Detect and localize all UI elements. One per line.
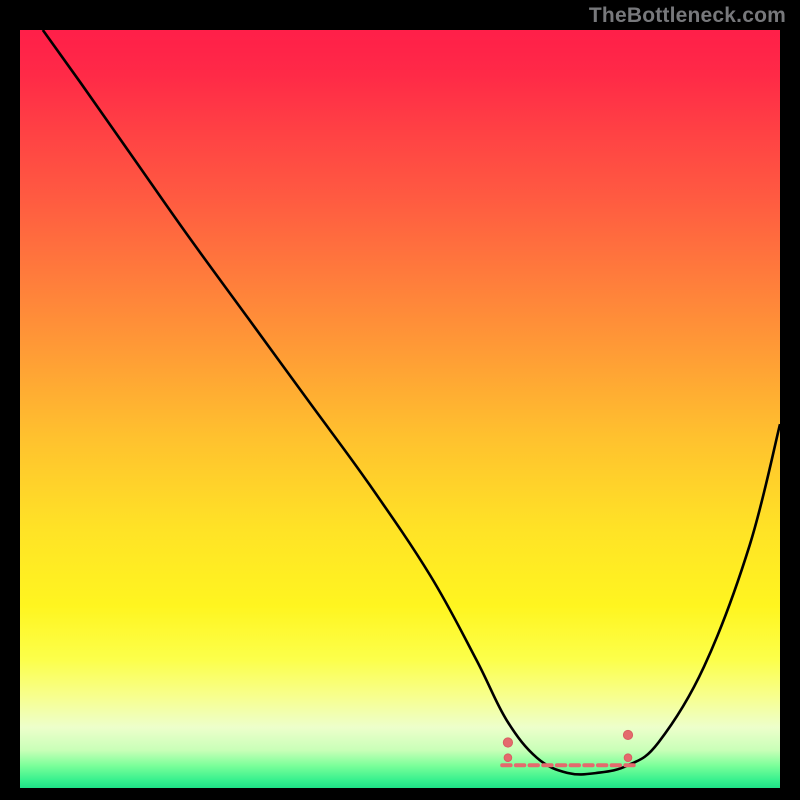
bottleneck-curve-layer [20,30,780,788]
watermark-text: TheBottleneck.com [589,4,786,28]
optimal-zone-markers [503,730,632,761]
optimal-marker-dot [503,738,512,747]
optimal-marker-dot [504,754,512,762]
plot-area [20,30,780,788]
optimal-marker-dot [624,754,632,762]
bottleneck-curve [43,30,780,774]
chart-stage: TheBottleneck.com [0,0,800,800]
optimal-marker-dot [623,730,632,739]
